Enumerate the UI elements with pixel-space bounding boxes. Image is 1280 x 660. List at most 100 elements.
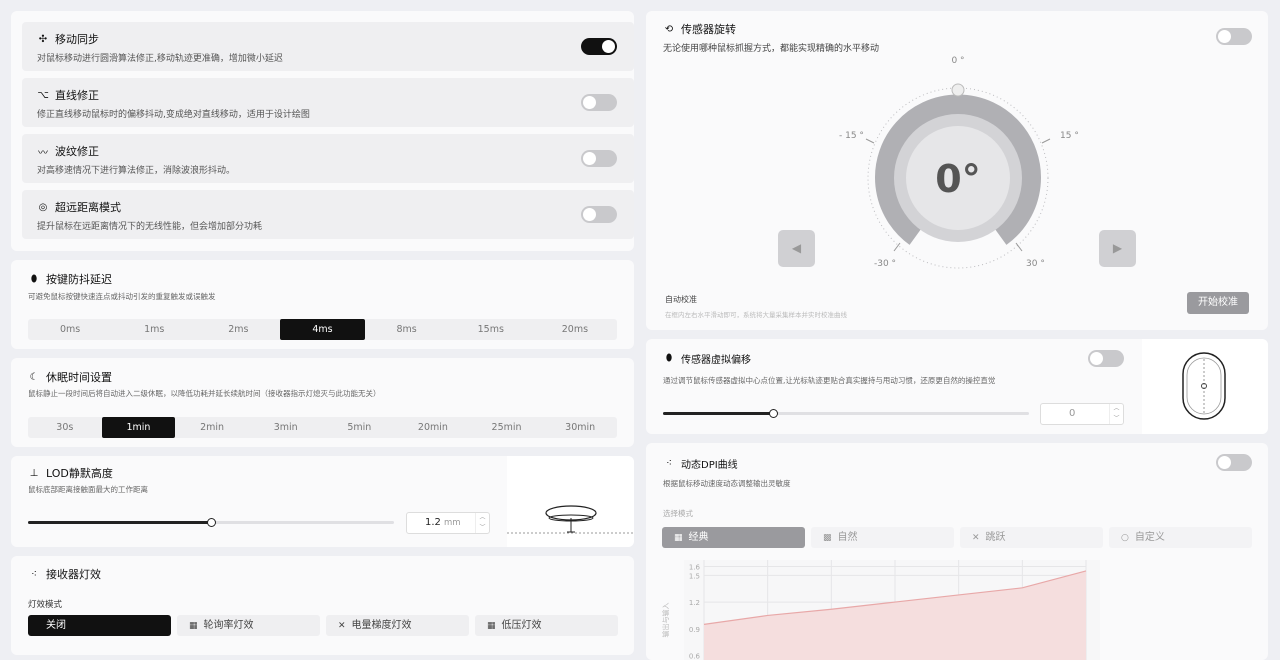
sleep-option[interactable]: 30min bbox=[543, 417, 617, 438]
option-label: 跳跃 bbox=[985, 532, 1006, 543]
light-mode-option[interactable]: ▦ 轮询率灯效 bbox=[177, 615, 320, 636]
option-icon: ✕ bbox=[338, 621, 346, 631]
setting-toggle[interactable] bbox=[581, 94, 617, 111]
debounce-option[interactable]: 0ms bbox=[28, 319, 112, 340]
debounce-option[interactable]: 1ms bbox=[112, 319, 196, 340]
mouse-height-icon bbox=[507, 505, 634, 534]
offset-toggle[interactable] bbox=[1088, 350, 1124, 367]
lod-unit: mm bbox=[444, 518, 461, 528]
tick-0: 0 ° bbox=[951, 56, 965, 66]
toggle-settings-card: ✣ 移动同步 对鼠标移动进行圆滑算法修正,移动轨迹更准确，增加微小延迟 ⌥ 直线修正… bbox=[11, 11, 634, 251]
light-mode-option[interactable]: ▦ 低压灯效 bbox=[475, 615, 618, 636]
toggle-desc: 提升鼠标在远距离情况下的无线性能，但会增加部分功耗 bbox=[37, 222, 263, 232]
light-mode-option[interactable]: ✕ 电量梯度灯效 bbox=[326, 615, 469, 636]
rotation-value: 0° bbox=[935, 157, 981, 201]
offset-illustration bbox=[1142, 339, 1268, 434]
toggle-row: ◎ 超远距离模式 提升鼠标在远距离情况下的无线性能，但会增加部分功耗 bbox=[22, 190, 634, 239]
rotate-right-button[interactable]: ▶ bbox=[1099, 230, 1136, 267]
lod-stepper[interactable]: ︿ ﹀ bbox=[475, 513, 489, 533]
option-label: 轮询率灯效 bbox=[203, 620, 254, 631]
debounce-option[interactable]: 2ms bbox=[196, 319, 280, 340]
mouse-top-icon bbox=[1182, 352, 1226, 420]
toggle-desc: 对高移速情况下进行算法修正，消除波浪形抖动。 bbox=[37, 166, 236, 176]
setting-toggle[interactable] bbox=[581, 150, 617, 167]
lod-illustration bbox=[507, 456, 634, 547]
tick-neg15: - 15 ° bbox=[839, 131, 864, 141]
sleep-option[interactable]: 30s bbox=[28, 417, 102, 438]
sleep-option[interactable]: 3min bbox=[249, 417, 323, 438]
sleep-option[interactable]: 5min bbox=[323, 417, 397, 438]
curve-icon: ⁖ bbox=[666, 458, 672, 469]
offset-card: ⬮ 传感器虚拟偏移 通过调节鼠标传感器虚拟中心点位置,让光标轨迹更贴合真实握持与甩… bbox=[646, 339, 1268, 434]
toggle-title: 超远距离模式 bbox=[55, 201, 121, 214]
dpi-mode-option[interactable]: ✕ 跳跃 bbox=[960, 527, 1103, 548]
tick-30: 30 ° bbox=[1026, 259, 1045, 269]
lod-card: ⊥ LOD静默高度 鼠标底部距离接触面最大的工作距离 1.2 mm ︿ ﹀ bbox=[11, 456, 634, 547]
dpi-mode-option[interactable]: ▦ 经典 bbox=[662, 527, 805, 548]
lod-slider-knob[interactable] bbox=[207, 518, 216, 527]
toggle-row: ⌥ 直线修正 修正直线移动鼠标时的偏移抖动,变成绝对直线移动，适用于设计绘图 bbox=[22, 78, 634, 127]
offset-input[interactable]: 0 ︿ ﹀ bbox=[1040, 403, 1124, 425]
rotate-left-button[interactable]: ◀ bbox=[778, 230, 815, 267]
dpi-mode-option[interactable]: ○ 自定义 bbox=[1109, 527, 1252, 548]
setting-icon: ✣ bbox=[38, 33, 48, 45]
dpi-toggle[interactable] bbox=[1216, 454, 1252, 471]
debounce-segment: 0ms 1ms 2ms 4ms 8ms 15ms 20ms bbox=[28, 319, 617, 340]
sleep-segment: 30s 1min 2min 3min 5min 20min 25min 30min bbox=[28, 417, 617, 438]
mouse-icon: ⬮ bbox=[665, 353, 673, 364]
auto-calib-desc: 在框内左右水平滑动即可，系统将大量采集样本并实时校准曲线 bbox=[665, 311, 847, 319]
setting-toggle[interactable] bbox=[581, 38, 617, 55]
tick-neg30: -30 ° bbox=[874, 259, 897, 269]
lod-input[interactable]: 1.2 mm ︿ ﹀ bbox=[406, 512, 490, 534]
option-label: 自然 bbox=[837, 532, 858, 543]
option-label: 经典 bbox=[688, 532, 709, 543]
toggle-title: 波纹修正 bbox=[55, 145, 99, 158]
dpi-card: ⁖ 动态DPI曲线 根据鼠标移动速度动态调整输出灵敏度 选择模式 ▦ 经典 ▩ 自然 ✕ 跳… bbox=[646, 443, 1268, 660]
debounce-option[interactable]: 8ms bbox=[365, 319, 449, 340]
receiver-card: ⁖ 接收器灯效 灯效模式 关闭 ▦ 轮询率灯效 ✕ 电量梯度灯效 ▦ 低压灯效 bbox=[11, 556, 634, 655]
offset-stepper[interactable]: ︿ ﹀ bbox=[1109, 404, 1123, 424]
dpi-curve-chart: 1.61.5 1.2 0.9 0.6 输出与输入 bbox=[661, 560, 1100, 660]
y-tick-label: 1.5 bbox=[689, 572, 700, 580]
receiver-mode-label: 灯效模式 bbox=[28, 600, 63, 610]
offset-desc: 通过调节鼠标传感器虚拟中心点位置,让光标轨迹更贴合真实握持与甩动习惯，还原更自然… bbox=[663, 376, 996, 385]
debounce-option[interactable]: 20ms bbox=[533, 319, 617, 340]
sleep-desc: 鼠标静止一段时间后将自动进入二级休眠，以降低功耗并延长续航时间（接收器指示灯熄灭… bbox=[28, 389, 381, 398]
y-tick-label: 1.2 bbox=[689, 599, 700, 607]
debounce-option[interactable]: 4ms bbox=[280, 319, 365, 340]
auto-calib-title: 自动校准 bbox=[665, 295, 697, 304]
y-tick-label: 1.6 bbox=[689, 563, 701, 571]
moon-icon: ☾ bbox=[29, 371, 39, 383]
debounce-desc: 可避免鼠标按键快速连点或抖动引发的重复触发或误触发 bbox=[28, 292, 216, 301]
lod-title: LOD静默高度 bbox=[46, 467, 113, 480]
rotation-card: ⟲ 传感器旋转 无论使用哪种鼠标抓握方式，都能实现精确的水平移动 0° 0 ° -… bbox=[646, 11, 1268, 330]
option-label: 电量梯度灯效 bbox=[351, 620, 412, 631]
offset-slider[interactable] bbox=[663, 409, 1029, 418]
sleep-option[interactable]: 20min bbox=[396, 417, 470, 438]
mouse-icon: ⬮ bbox=[30, 273, 38, 285]
y-axis-label: 输出与输入 bbox=[661, 603, 670, 638]
y-tick-label: 0.6 bbox=[689, 653, 701, 660]
setting-icon: 〰 bbox=[38, 147, 48, 159]
sleep-card: ☾ 休眠时间设置 鼠标静止一段时间后将自动进入二级休眠，以降低功耗并延长续航时间（… bbox=[11, 358, 634, 447]
offset-slider-knob[interactable] bbox=[768, 409, 778, 418]
light-mode-option[interactable]: 关闭 bbox=[28, 615, 171, 636]
dpi-mode-option[interactable]: ▩ 自然 bbox=[811, 527, 954, 548]
sleep-option[interactable]: 1min bbox=[101, 417, 176, 438]
start-calib-button[interactable]: 开始校准 bbox=[1187, 292, 1249, 314]
setting-icon: ◎ bbox=[38, 201, 48, 213]
sleep-title: 休眠时间设置 bbox=[46, 371, 112, 384]
y-tick-label: 0.9 bbox=[689, 626, 700, 634]
toggle-row: 〰波纹修正 对高移速情况下进行算法修正，消除波浪形抖动。 bbox=[22, 134, 634, 183]
sleep-option[interactable]: 25min bbox=[470, 417, 544, 438]
debounce-title: 按键防抖延迟 bbox=[46, 273, 112, 286]
setting-toggle[interactable] bbox=[581, 206, 617, 223]
debounce-option[interactable]: 15ms bbox=[449, 319, 533, 340]
option-icon: ○ bbox=[1121, 533, 1129, 543]
sleep-option[interactable]: 2min bbox=[175, 417, 249, 438]
setting-icon: ⌥ bbox=[37, 89, 49, 101]
option-icon: ▦ bbox=[487, 621, 496, 631]
lod-slider[interactable] bbox=[28, 518, 394, 527]
lod-desc: 鼠标底部距离接触面最大的工作距离 bbox=[28, 485, 148, 494]
light-icon: ⁖ bbox=[31, 568, 37, 580]
